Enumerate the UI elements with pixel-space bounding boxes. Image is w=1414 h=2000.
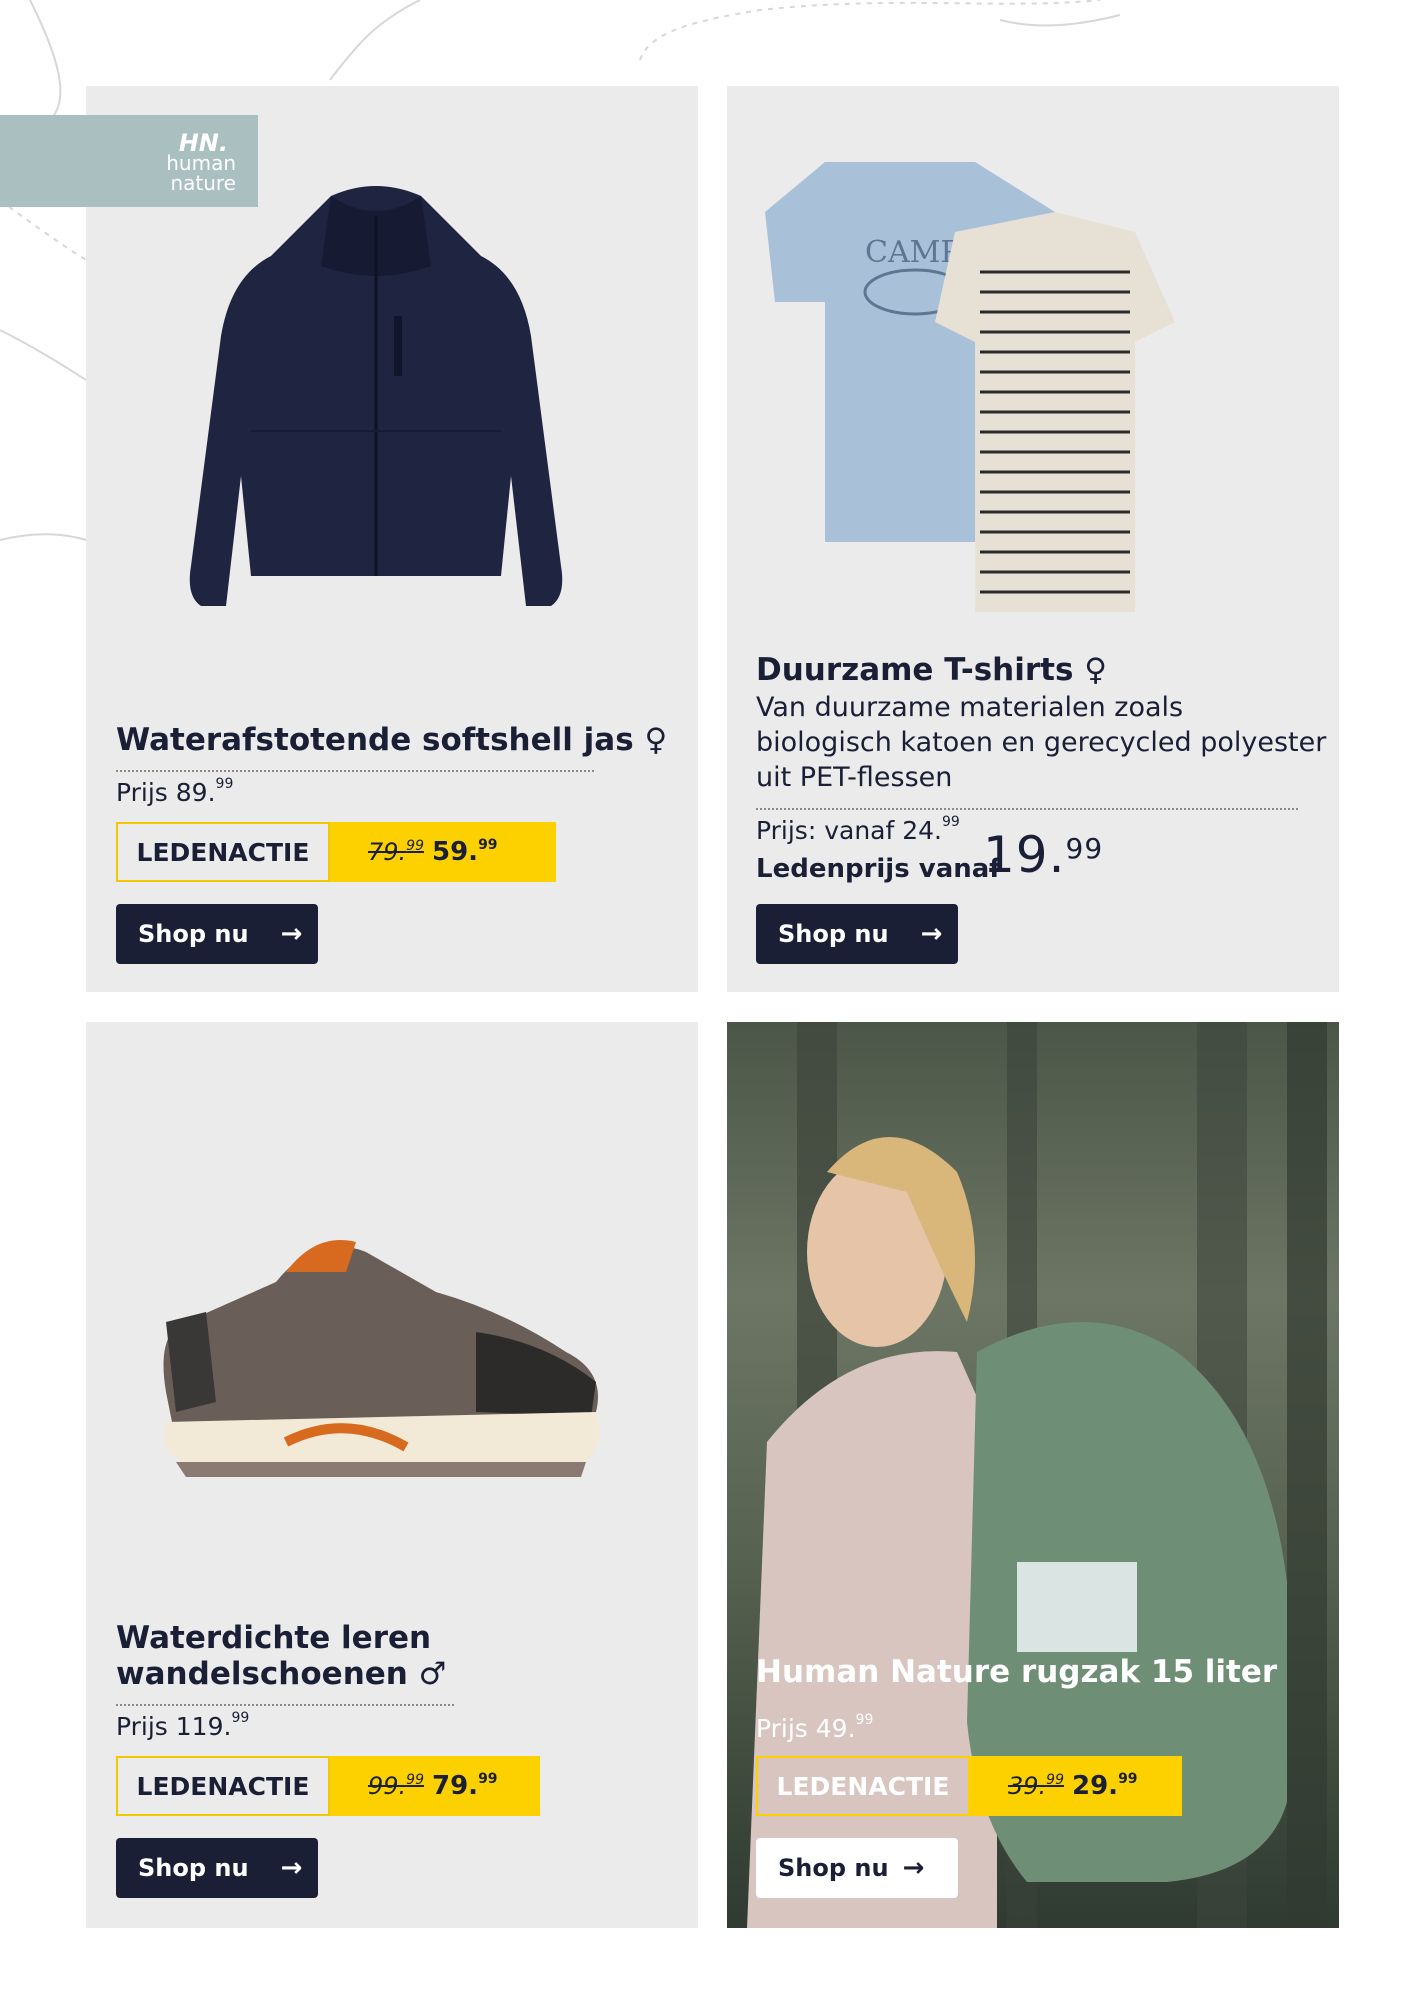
product-card-softshell-jacket[interactable]: Waterafstotende softshell jas ♀ Prijs 89… bbox=[86, 86, 698, 992]
arrow-right-icon: → bbox=[280, 1853, 303, 1883]
tshirts-image: CAMPGROUND bbox=[765, 162, 1175, 612]
regular-price: Prijs: vanaf 24.99 bbox=[756, 814, 960, 845]
divider bbox=[756, 808, 1298, 810]
product-title: Human Nature rugzak 15 liter bbox=[756, 1654, 1278, 1690]
regular-price: Prijs 89.99 bbox=[116, 776, 234, 807]
member-offer-price: 79.99 59.99 bbox=[330, 822, 556, 882]
member-price: 19.99 bbox=[983, 826, 1104, 884]
shop-now-button[interactable]: Shop nu → bbox=[756, 904, 958, 964]
button-label: Shop nu bbox=[778, 920, 889, 948]
logo-wordmark: human nature bbox=[166, 151, 236, 195]
product-title: Duurzame T-shirts ♀ bbox=[756, 652, 1107, 688]
member-offer-label: LEDENACTIE bbox=[116, 822, 330, 882]
regular-price: Prijs 119.99 bbox=[116, 1710, 250, 1741]
new-price: 79.99 bbox=[432, 1771, 498, 1801]
button-label: Shop nu bbox=[138, 1854, 249, 1882]
member-price-label: Ledenprijs vanaf bbox=[756, 854, 1001, 884]
shop-now-button[interactable]: Shop nu → bbox=[756, 1838, 958, 1898]
old-price: 99.99 bbox=[368, 1772, 424, 1800]
product-title: Waterafstotende softshell jas ♀ bbox=[116, 722, 668, 758]
old-price: 39.99 bbox=[1008, 1772, 1064, 1800]
divider bbox=[116, 770, 594, 772]
product-title: Waterdichte leren wandelschoenen ♂ bbox=[116, 1620, 447, 1692]
member-offer-price: 39.99 29.99 bbox=[970, 1756, 1182, 1816]
regular-price: Prijs 49.99 bbox=[756, 1712, 874, 1743]
old-price: 79.99 bbox=[368, 838, 424, 866]
softshell-jacket-image bbox=[189, 186, 563, 606]
member-offer-price: 99.99 79.99 bbox=[330, 1756, 540, 1816]
arrow-right-icon: → bbox=[280, 919, 303, 949]
product-card-hiking-shoes[interactable]: Waterdichte leren wandelschoenen ♂ Prijs… bbox=[86, 1022, 698, 1928]
new-price: 29.99 bbox=[1072, 1771, 1138, 1801]
product-card-backpack[interactable]: Human Nature rugzak 15 liter Prijs 49.99… bbox=[727, 1022, 1339, 1928]
member-offer: LEDENACTIE 79.99 59.99 bbox=[116, 822, 556, 882]
shop-now-button[interactable]: Shop nu → bbox=[116, 904, 318, 964]
member-offer-label: LEDENACTIE bbox=[756, 1756, 970, 1816]
member-offer: LEDENACTIE 39.99 29.99 bbox=[756, 1756, 1182, 1816]
member-offer: LEDENACTIE 99.99 79.99 bbox=[116, 1756, 540, 1816]
button-label: Shop nu bbox=[138, 920, 249, 948]
human-nature-logo: HN. human nature bbox=[0, 115, 258, 207]
divider bbox=[116, 1704, 454, 1706]
product-description: Van duurzame materialen zoals biologisch… bbox=[756, 692, 1327, 793]
member-offer-label: LEDENACTIE bbox=[116, 1756, 330, 1816]
product-card-tshirts[interactable]: CAMPGROUND Duurzame T-shirts ♀ Van duurz… bbox=[727, 86, 1339, 992]
button-label: Shop nu bbox=[778, 1854, 889, 1882]
arrow-right-icon: → bbox=[902, 1853, 925, 1883]
arrow-right-icon: → bbox=[920, 919, 943, 949]
new-price: 59.99 bbox=[432, 837, 498, 867]
hiking-shoe-image bbox=[163, 1240, 600, 1477]
shop-now-button[interactable]: Shop nu → bbox=[116, 1838, 318, 1898]
